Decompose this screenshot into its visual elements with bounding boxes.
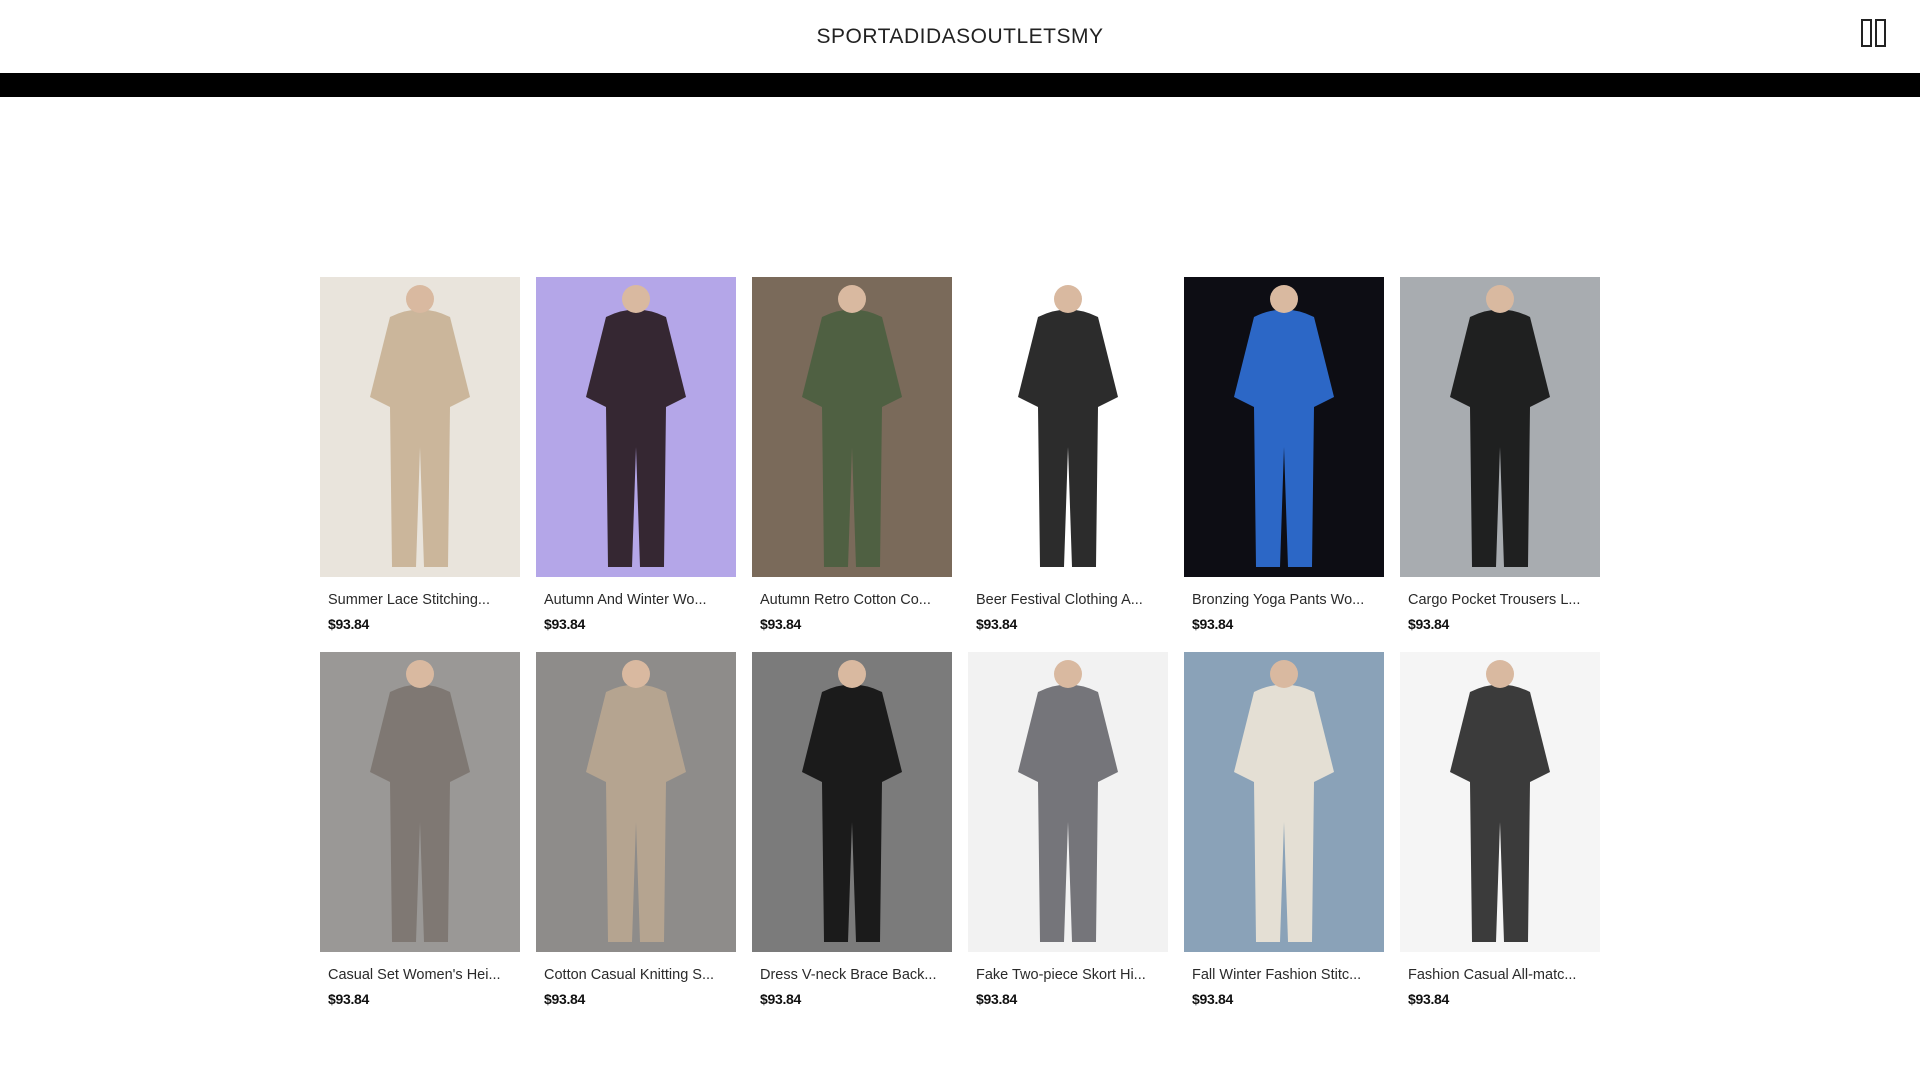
product-card[interactable]: Cotton Casual Knitting S... $93.84	[536, 652, 736, 1007]
product-image[interactable]	[968, 277, 1168, 577]
product-image[interactable]	[1400, 652, 1600, 952]
book-page-right	[1875, 19, 1886, 47]
product-card[interactable]: Beer Festival Clothing A... $93.84	[968, 277, 1168, 632]
book-page-left	[1861, 19, 1872, 47]
product-image[interactable]	[320, 652, 520, 952]
product-title[interactable]: Casual Set Women's Hei...	[328, 967, 512, 983]
product-title[interactable]: Fake Two-piece Skort Hi...	[976, 967, 1160, 983]
product-card[interactable]: Fake Two-piece Skort Hi... $93.84	[968, 652, 1168, 1007]
product-card[interactable]: Fashion Casual All-matc... $93.84	[1400, 652, 1600, 1007]
product-price: $93.84	[328, 991, 370, 1007]
product-card[interactable]: Fall Winter Fashion Stitc... $93.84	[1184, 652, 1384, 1007]
product-image[interactable]	[752, 277, 952, 577]
product-image[interactable]	[968, 652, 1168, 952]
product-title[interactable]: Autumn And Winter Wo...	[544, 592, 728, 608]
product-title[interactable]: Autumn Retro Cotton Co...	[760, 592, 944, 608]
product-title[interactable]: Beer Festival Clothing A...	[976, 592, 1160, 608]
product-title[interactable]: Fashion Casual All-matc...	[1408, 967, 1592, 983]
product-price: $93.84	[760, 616, 802, 632]
product-title[interactable]: Fall Winter Fashion Stitc...	[1192, 967, 1376, 983]
product-image[interactable]	[752, 652, 952, 952]
product-price: $93.84	[760, 991, 802, 1007]
product-price: $93.84	[1192, 991, 1234, 1007]
product-title[interactable]: Cotton Casual Knitting S...	[544, 967, 728, 983]
product-grid: Summer Lace Stitching... $93.84 Autumn And…	[320, 277, 1600, 1007]
product-card[interactable]: Casual Set Women's Hei... $93.84	[320, 652, 520, 1007]
product-price: $93.84	[1192, 616, 1234, 632]
product-price: $93.84	[976, 616, 1018, 632]
product-title[interactable]: Bronzing Yoga Pants Wo...	[1192, 592, 1376, 608]
book-open-icon[interactable]	[1861, 19, 1895, 51]
product-card[interactable]: Autumn Retro Cotton Co... $93.84	[752, 277, 952, 632]
product-image[interactable]	[536, 277, 736, 577]
product-title[interactable]: Summer Lace Stitching...	[328, 592, 512, 608]
product-image[interactable]	[1184, 652, 1384, 952]
product-price: $93.84	[1408, 991, 1450, 1007]
product-price: $93.84	[328, 616, 370, 632]
announcement-bar	[0, 73, 1920, 97]
product-title[interactable]: Dress V-neck Brace Back...	[760, 967, 944, 983]
product-card[interactable]: Bronzing Yoga Pants Wo... $93.84	[1184, 277, 1384, 632]
product-price: $93.84	[544, 616, 586, 632]
product-image[interactable]	[320, 277, 520, 577]
product-card[interactable]: Summer Lace Stitching... $93.84	[320, 277, 520, 632]
site-brand-logo[interactable]: SPORTADIDASOUTLETSMY	[817, 25, 1104, 49]
site-header: SPORTADIDASOUTLETSMY	[0, 0, 1920, 73]
product-image[interactable]	[1400, 277, 1600, 577]
product-price: $93.84	[544, 991, 586, 1007]
product-title[interactable]: Cargo Pocket Trousers L...	[1408, 592, 1592, 608]
product-card[interactable]: Cargo Pocket Trousers L... $93.84	[1400, 277, 1600, 632]
product-card[interactable]: Autumn And Winter Wo... $93.84	[536, 277, 736, 632]
product-image[interactable]	[1184, 277, 1384, 577]
product-price: $93.84	[1408, 616, 1450, 632]
product-price: $93.84	[976, 991, 1018, 1007]
product-image[interactable]	[536, 652, 736, 952]
product-card[interactable]: Dress V-neck Brace Back... $93.84	[752, 652, 952, 1007]
